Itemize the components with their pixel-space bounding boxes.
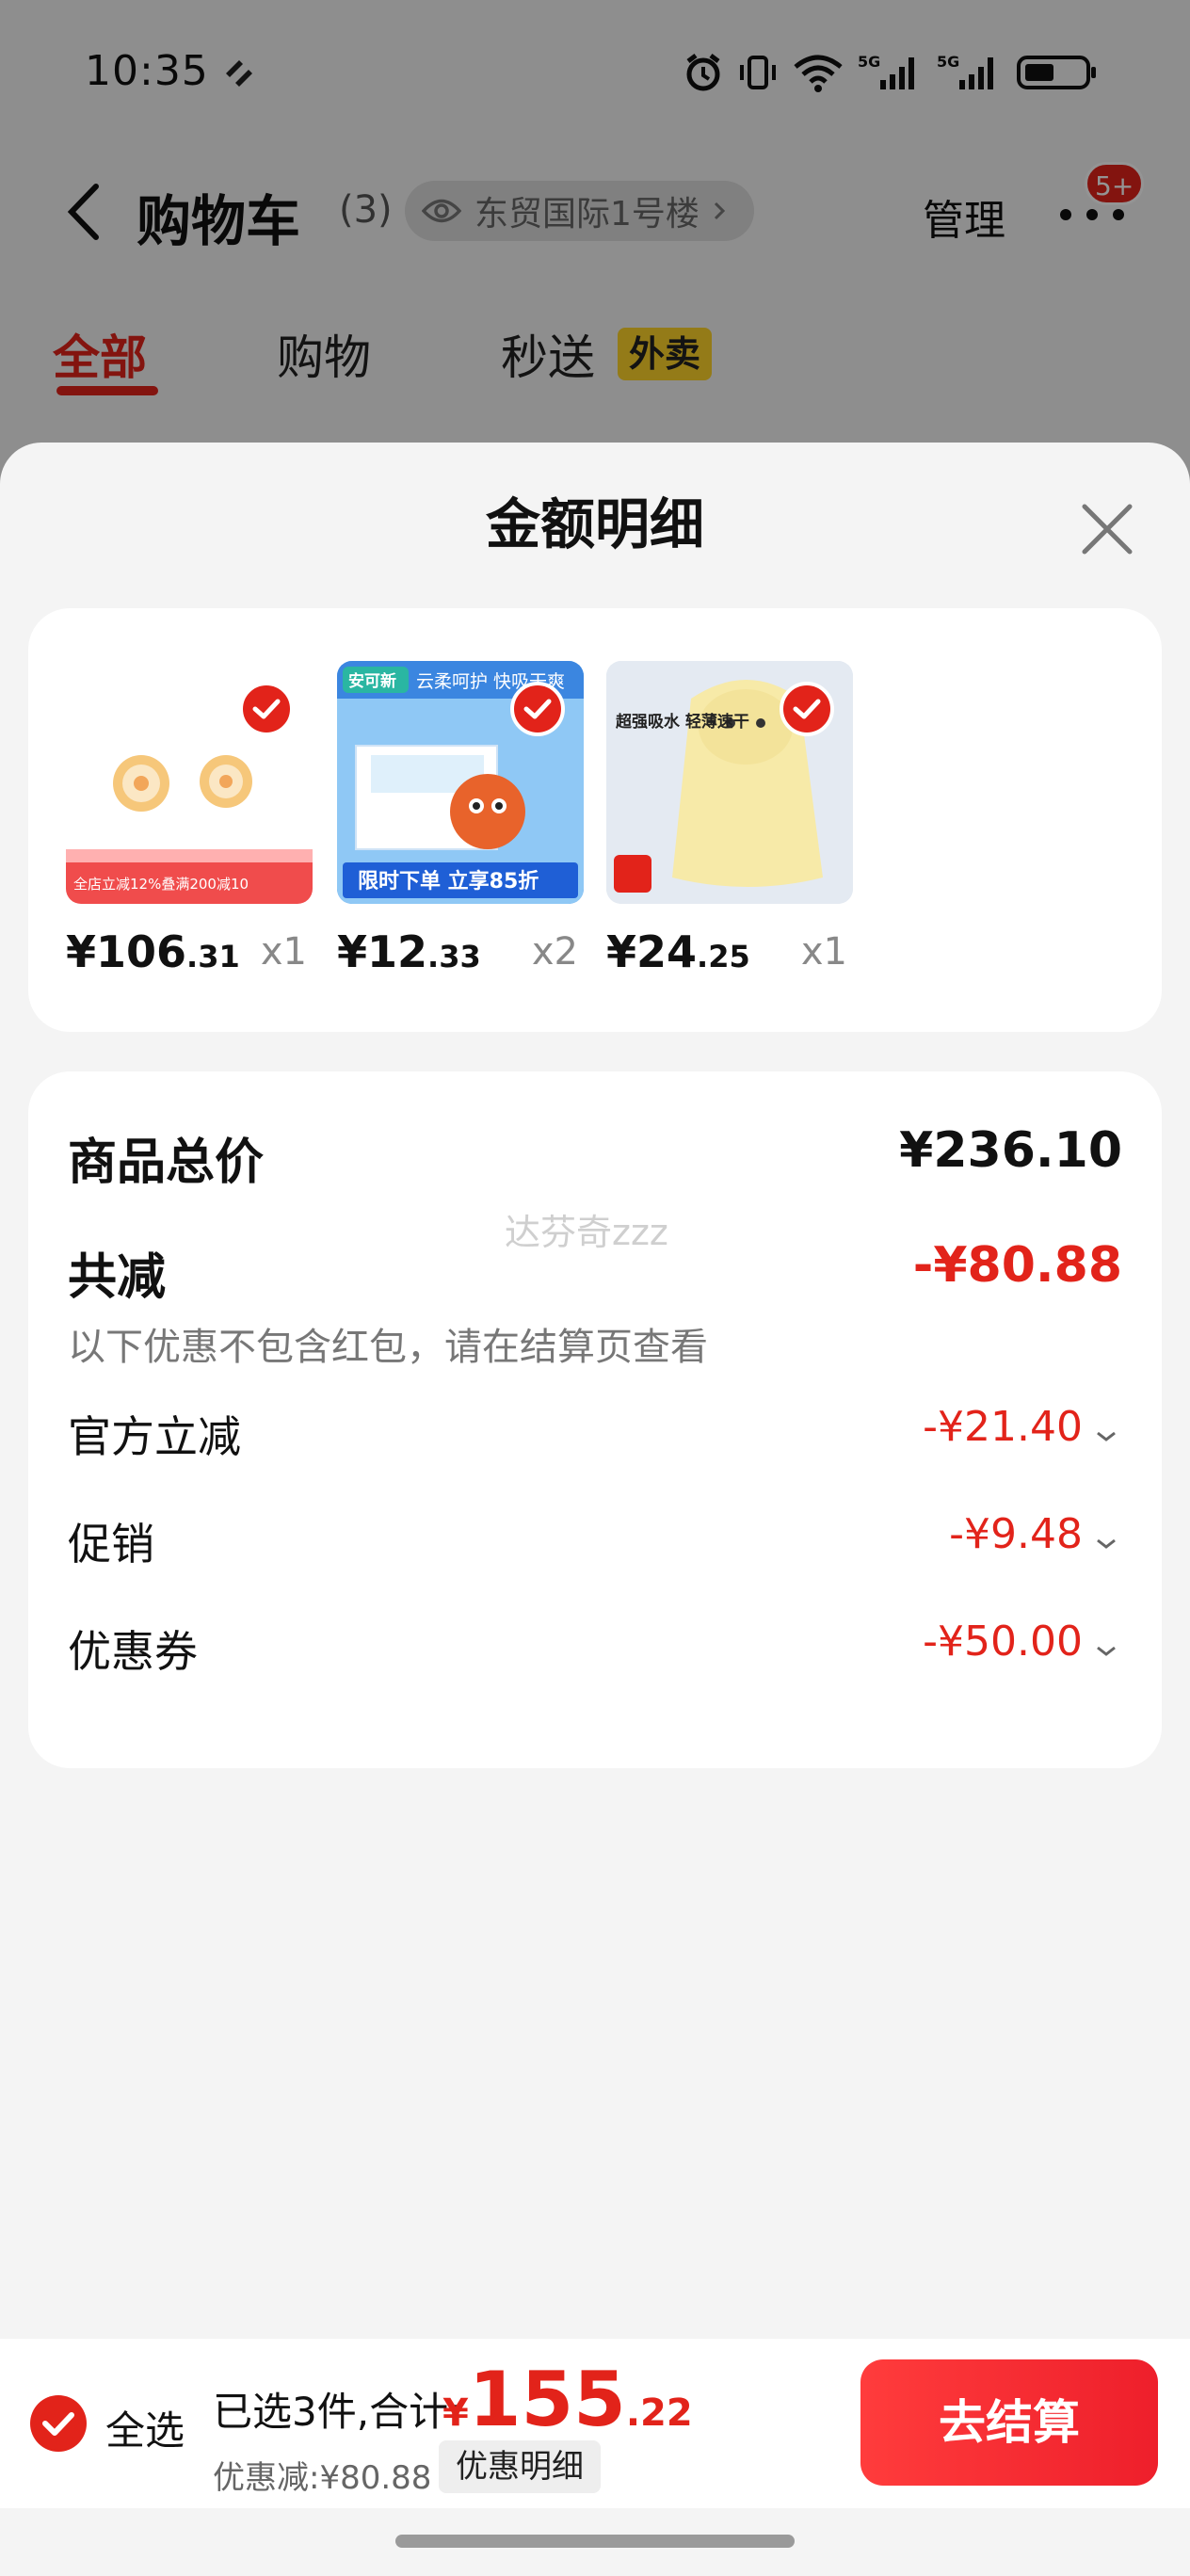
grand-total: ¥155.22 <box>442 2356 693 2443</box>
close-icon[interactable] <box>1073 495 1141 563</box>
earrings-banner-text: 全店立减12%叠满200减10 <box>73 876 249 893</box>
towel-top-text: 超强吸水 轻薄速干 <box>616 712 749 732</box>
chevron-down-icon <box>1097 1646 1116 1656</box>
total-reduction-value: -¥80.88 <box>912 1237 1122 1294</box>
total-price-row: 商品总价 ¥236.10 <box>68 1122 1122 1191</box>
product-item[interactable]: 超强吸水 轻薄速干 ¥24.25 x1 <box>606 661 853 987</box>
product-item[interactable]: 安可新 云柔呵护 快吸干爽 限时下单 立享85折 ¥12.33 x2 <box>337 661 584 987</box>
product-item[interactable]: 全店立减12%叠满200减10 ¥106.31 x1 <box>66 661 313 987</box>
modal-backdrop[interactable] <box>0 0 1190 452</box>
discount-row-official[interactable]: 官方立减 -¥21.40 <box>68 1403 1122 1463</box>
price-summary-card: 达芬奇zzz 商品总价 ¥236.10 共减 -¥80.88 以下优惠不包含红包… <box>28 1071 1162 1768</box>
selected-check-icon[interactable] <box>510 682 565 736</box>
total-reduction-row: 共减 -¥80.88 <box>68 1237 1122 1306</box>
discount-label: 促销 <box>68 1519 154 1570</box>
total-price-value: ¥236.10 <box>899 1122 1122 1179</box>
product-image-diaper-pads: 安可新 云柔呵护 快吸干爽 限时下单 立享85折 <box>337 661 584 904</box>
discount-value: -¥50.00 <box>923 1618 1083 1666</box>
product-price: ¥12.33 <box>337 926 481 977</box>
amount-detail-sheet: 金额明细 全店立减12%叠满200减10 ¥106.31 x1 安可新 云柔呵护… <box>0 443 1190 2576</box>
total-price-label: 商品总价 <box>68 1135 265 1191</box>
product-image-hooded-towel: 超强吸水 轻薄速干 <box>606 661 853 904</box>
product-thumbnails-card: 全店立减12%叠满200减10 ¥106.31 x1 安可新 云柔呵护 快吸干爽 <box>28 608 1162 1032</box>
chevron-down-icon <box>1097 1431 1116 1441</box>
selected-summary: 已选3件,合计: <box>213 2389 462 2435</box>
selected-check-icon[interactable] <box>780 682 834 736</box>
checkout-bar: 全选 已选3件,合计: ¥155.22 优惠减:¥80.88 优惠明细 去结算 <box>0 2339 1190 2508</box>
product-quantity: x1 <box>260 930 307 974</box>
selected-check-icon[interactable] <box>239 682 294 736</box>
discount-label: 官方立减 <box>68 1411 241 1462</box>
select-all-checkbox[interactable] <box>30 2395 87 2452</box>
product-quantity: x2 <box>531 930 578 974</box>
select-all-label[interactable]: 全选 <box>105 2399 185 2456</box>
discount-detail-button[interactable]: 优惠明细 <box>439 2440 601 2493</box>
home-indicator[interactable] <box>395 2535 795 2548</box>
sheet-title: 金额明细 <box>485 492 704 556</box>
discount-value: -¥9.48 <box>949 1510 1083 1558</box>
discount-value: -¥21.40 <box>923 1403 1083 1451</box>
checkout-button[interactable]: 去结算 <box>860 2359 1158 2486</box>
diaper-banner-text: 限时下单 立享85折 <box>358 869 539 894</box>
discount-row-coupon[interactable]: 优惠券 -¥50.00 <box>68 1618 1122 1678</box>
product-price: ¥106.31 <box>66 926 240 977</box>
total-reduction-label: 共减 <box>68 1249 167 1306</box>
diaper-brand-text: 安可新 <box>348 671 396 691</box>
discount-summary: 优惠减:¥80.88 <box>213 2459 432 2497</box>
product-image-earrings: 全店立减12%叠满200减10 <box>66 661 313 904</box>
chevron-down-icon <box>1097 1538 1116 1549</box>
reduction-note: 以下优惠不包含红包，请在结算页查看 <box>68 1326 708 1369</box>
discount-label: 优惠券 <box>68 1626 198 1677</box>
product-price: ¥24.25 <box>606 926 750 977</box>
product-quantity: x1 <box>800 930 847 974</box>
discount-row-promotion[interactable]: 促销 -¥9.48 <box>68 1510 1122 1570</box>
